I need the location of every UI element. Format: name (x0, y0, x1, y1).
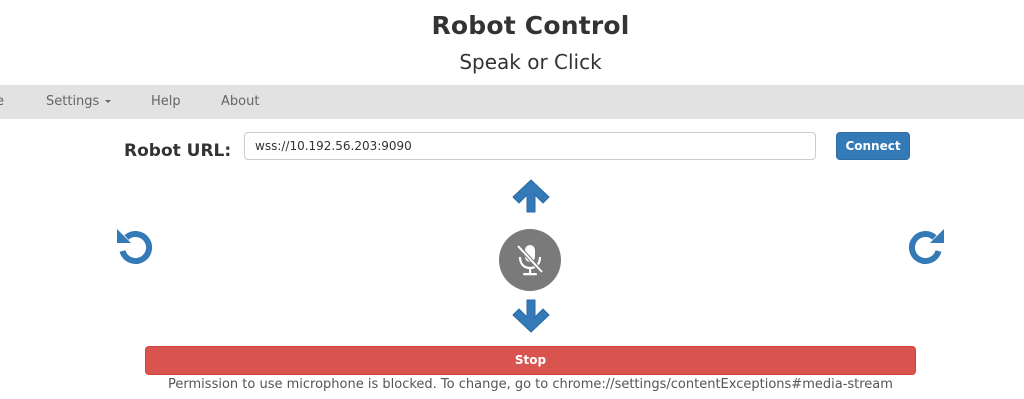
rotate-right-icon (908, 229, 944, 265)
nav-item-about[interactable]: About (221, 85, 259, 119)
rotate-right-button[interactable] (905, 226, 947, 266)
nav-item-home[interactable]: e (0, 85, 4, 119)
robot-url-label: Robot URL: (124, 141, 232, 161)
navbar: e Settings Help About (0, 85, 1024, 119)
backward-button[interactable] (510, 298, 552, 334)
permission-message: Permission to use microphone is blocked.… (168, 377, 893, 392)
stop-button[interactable]: Stop (145, 346, 916, 375)
robot-url-input[interactable] (244, 132, 816, 160)
rotate-left-button[interactable] (114, 226, 156, 266)
microphone-slash-icon (516, 244, 544, 276)
arrow-down-icon (512, 299, 550, 333)
forward-button[interactable] (510, 178, 552, 214)
page-subtitle: Speak or Click (459, 50, 602, 74)
robot-control-page: Robot Control Speak or Click e Settings … (0, 0, 1024, 399)
microphone-button[interactable] (499, 229, 561, 291)
nav-item-help[interactable]: Help (151, 85, 181, 119)
rotate-left-icon (117, 229, 153, 265)
caret-down-icon (105, 100, 112, 103)
connect-button[interactable]: Connect (836, 132, 910, 160)
page-title: Robot Control (431, 11, 630, 40)
nav-item-settings-label: Settings (46, 94, 100, 109)
arrow-up-icon (512, 179, 550, 213)
nav-item-settings[interactable]: Settings (46, 85, 112, 119)
